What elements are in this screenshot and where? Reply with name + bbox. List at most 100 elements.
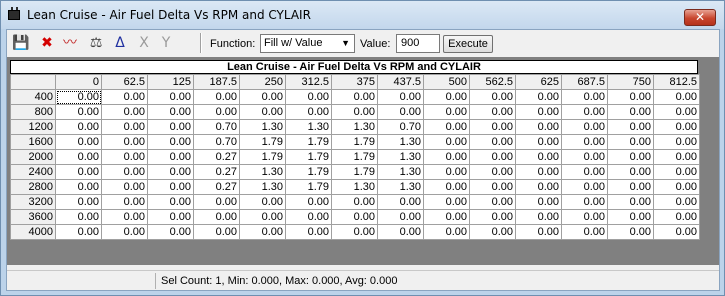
table-cell[interactable]: 0.00 <box>515 89 562 105</box>
table-cell[interactable]: 1.79 <box>331 149 378 165</box>
table-cell[interactable]: 0.00 <box>469 209 516 225</box>
table-cell[interactable]: 0.00 <box>561 179 608 195</box>
table-cell[interactable]: 0.00 <box>147 89 194 105</box>
graph-icon[interactable]: 〰 <box>61 35 79 51</box>
table-cell[interactable]: 0.00 <box>193 194 240 210</box>
column-header[interactable]: 62.5 <box>101 74 148 90</box>
table-cell[interactable]: 0.00 <box>607 119 654 135</box>
table-cell[interactable]: 0.00 <box>101 89 148 105</box>
table-cell[interactable]: 0.00 <box>423 104 470 120</box>
table-cell[interactable]: 0.00 <box>469 224 516 240</box>
delta-icon[interactable]: Δ <box>111 35 129 51</box>
table-cell[interactable]: 0.00 <box>331 194 378 210</box>
table-cell[interactable]: 1.79 <box>331 134 378 150</box>
table-cell[interactable]: 1.79 <box>285 179 332 195</box>
delete-icon[interactable]: ✖ <box>38 35 56 51</box>
table-cell[interactable]: 0.00 <box>101 104 148 120</box>
table-cell[interactable]: 1.30 <box>331 179 378 195</box>
table-cell[interactable]: 0.00 <box>285 89 332 105</box>
table-cell[interactable]: 0.27 <box>193 149 240 165</box>
table-cell[interactable]: 0.00 <box>55 119 102 135</box>
table-cell[interactable]: 0.00 <box>55 104 102 120</box>
table-cell[interactable]: 0.00 <box>515 164 562 180</box>
row-header[interactable]: 400 <box>10 89 56 105</box>
table-cell[interactable]: 0.70 <box>377 119 424 135</box>
table-cell[interactable]: 0.00 <box>469 104 516 120</box>
table-cell[interactable]: 1.79 <box>285 164 332 180</box>
table-cell[interactable]: 0.00 <box>331 209 378 225</box>
table-cell[interactable]: 0.00 <box>55 209 102 225</box>
row-header[interactable]: 800 <box>10 104 56 120</box>
table-cell[interactable]: 0.00 <box>147 179 194 195</box>
close-button[interactable]: ✕ <box>684 9 716 26</box>
table-cell[interactable]: 0.00 <box>515 179 562 195</box>
table-cell[interactable]: 0.00 <box>469 194 516 210</box>
table-cell[interactable]: 0.00 <box>607 194 654 210</box>
column-header[interactable]: 250 <box>239 74 286 90</box>
table-cell[interactable]: 0.00 <box>101 119 148 135</box>
table-cell[interactable]: 0.00 <box>377 89 424 105</box>
grid-corner[interactable] <box>10 74 56 90</box>
table-cell[interactable]: 0.00 <box>147 134 194 150</box>
table-cell[interactable]: 0.00 <box>101 209 148 225</box>
table-cell[interactable]: 0.00 <box>653 89 700 105</box>
row-header[interactable]: 1600 <box>10 134 56 150</box>
column-header[interactable]: 0 <box>55 74 102 90</box>
table-cell[interactable]: 0.00 <box>423 89 470 105</box>
table-cell[interactable]: 0.00 <box>147 224 194 240</box>
table-cell[interactable]: 1.30 <box>239 179 286 195</box>
table-cell[interactable]: 0.00 <box>607 104 654 120</box>
table-cell[interactable]: 0.00 <box>607 149 654 165</box>
table-cell[interactable]: 0.00 <box>469 149 516 165</box>
table-cell[interactable]: 0.00 <box>101 224 148 240</box>
table-cell[interactable]: 0.00 <box>147 209 194 225</box>
table-cell[interactable]: 0.00 <box>515 194 562 210</box>
table-cell[interactable]: 0.00 <box>653 209 700 225</box>
table-cell[interactable]: 0.00 <box>239 194 286 210</box>
table-cell[interactable]: 0.00 <box>285 209 332 225</box>
table-cell[interactable]: 0.27 <box>193 164 240 180</box>
table-cell[interactable]: 1.30 <box>239 119 286 135</box>
row-header[interactable]: 4000 <box>10 224 56 240</box>
table-cell[interactable]: 0.00 <box>101 164 148 180</box>
table-cell[interactable]: 0.00 <box>239 224 286 240</box>
table-cell[interactable]: 0.00 <box>653 104 700 120</box>
table-cell[interactable]: 0.00 <box>147 104 194 120</box>
table-cell[interactable]: 0.00 <box>331 104 378 120</box>
function-select[interactable]: Fill w/ Value ▼ <box>260 34 355 53</box>
table-cell[interactable]: 0.00 <box>239 104 286 120</box>
table-cell[interactable]: 0.00 <box>423 179 470 195</box>
table-cell[interactable]: 0.00 <box>101 149 148 165</box>
value-input[interactable]: 900 <box>396 34 440 53</box>
column-header[interactable]: 687.5 <box>561 74 608 90</box>
table-cell[interactable]: 0.00 <box>653 134 700 150</box>
table-cell[interactable]: 0.00 <box>239 89 286 105</box>
table-cell[interactable]: 1.30 <box>285 119 332 135</box>
table-cell[interactable]: 0.00 <box>607 89 654 105</box>
table-cell[interactable]: 0.00 <box>423 224 470 240</box>
table-cell[interactable]: 0.00 <box>377 194 424 210</box>
table-cell[interactable]: 0.00 <box>469 164 516 180</box>
save-icon[interactable]: 💾 <box>12 35 30 51</box>
row-header[interactable]: 2400 <box>10 164 56 180</box>
table-cell[interactable]: 0.00 <box>55 149 102 165</box>
table-cell[interactable]: 0.00 <box>561 224 608 240</box>
table-cell[interactable]: 0.00 <box>561 89 608 105</box>
table-cell[interactable]: 0.00 <box>423 134 470 150</box>
table-cell[interactable]: 0.00 <box>515 104 562 120</box>
table-cell[interactable]: 0.00 <box>515 119 562 135</box>
y-axis-icon[interactable]: Y <box>157 35 175 51</box>
table-cell[interactable]: 0.00 <box>423 209 470 225</box>
table-cell[interactable]: 0.70 <box>193 119 240 135</box>
x-axis-icon[interactable]: X <box>135 35 153 51</box>
table-cell[interactable]: 0.00 <box>607 224 654 240</box>
execute-button[interactable]: Execute <box>443 35 493 53</box>
column-header[interactable]: 125 <box>147 74 194 90</box>
table-cell[interactable]: 0.00 <box>193 89 240 105</box>
table-cell[interactable]: 1.79 <box>285 134 332 150</box>
title-bar[interactable]: Lean Cruise - Air Fuel Delta Vs RPM and … <box>1 1 724 29</box>
table-cell[interactable]: 0.00 <box>561 209 608 225</box>
table-cell[interactable]: 1.30 <box>239 164 286 180</box>
row-header[interactable]: 2800 <box>10 179 56 195</box>
table-cell[interactable]: 0.00 <box>469 89 516 105</box>
